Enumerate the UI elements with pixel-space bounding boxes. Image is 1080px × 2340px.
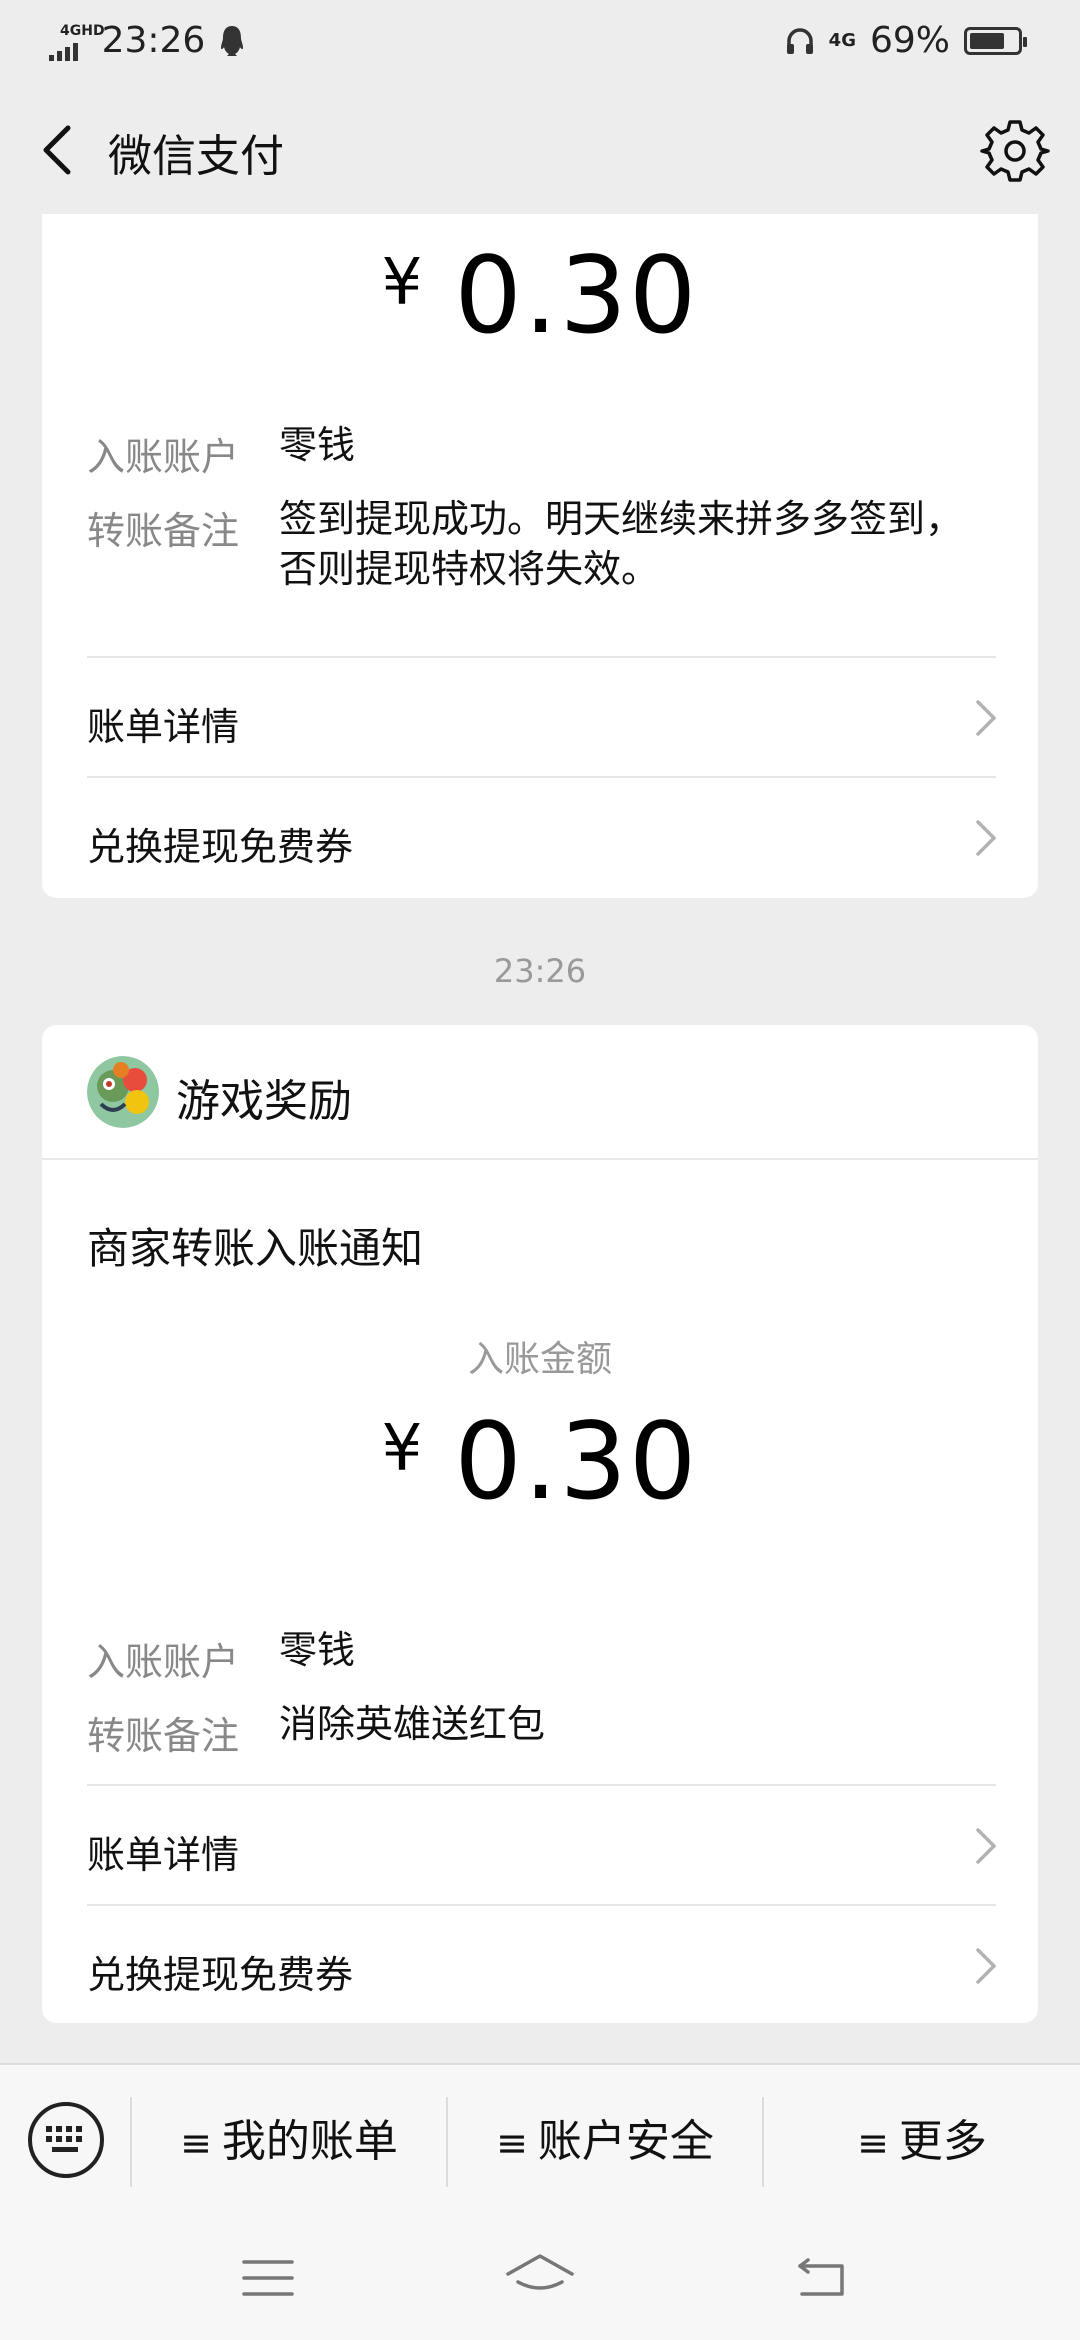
- note-label: 转账备注: [87, 1714, 240, 1758]
- bill-details-label: 账单详情: [87, 1833, 240, 1877]
- bill-details-link[interactable]: 账单详情: [42, 1786, 1038, 1906]
- menu-account-security[interactable]: ≡ 账户安全: [448, 2105, 762, 2175]
- menu-lines-icon: ≡: [180, 2121, 212, 2165]
- back-icon[interactable]: [794, 2252, 852, 2300]
- amount-value: 0.30: [454, 234, 699, 357]
- clock: 23:26: [101, 20, 206, 61]
- notice-title: 商家转账入账通知: [87, 1224, 424, 1273]
- headphones-icon: [786, 27, 813, 54]
- menu-my-bills-label: 我的账单: [221, 2116, 398, 2167]
- merchant-header[interactable]: 游戏奖励: [42, 1025, 1038, 1160]
- coupon-link[interactable]: 兑换提现免费券: [42, 778, 1038, 898]
- page-title: 微信支付: [108, 131, 284, 182]
- chevron-right-icon: [976, 1948, 996, 1984]
- qq-notification-icon: [221, 25, 244, 56]
- service-menu-bar: ≡ 我的账单 ≡ 账户安全 ≡ 更多: [0, 2063, 1080, 2218]
- network-type: 4GHD: [60, 22, 105, 39]
- home-icon[interactable]: [504, 2250, 576, 2302]
- merchant-avatar: [87, 1056, 159, 1128]
- menu-more[interactable]: ≡ 更多: [764, 2105, 1080, 2175]
- account-label: 入账账户: [87, 1640, 240, 1684]
- status-bar: 4GHD 23:26 4G 69%: [0, 0, 1080, 86]
- currency-symbol: ¥: [381, 246, 425, 320]
- message-timestamp: 23:26: [493, 952, 587, 990]
- nav-bar: 微信支付: [0, 86, 1080, 214]
- keyboard-icon: [46, 2126, 82, 2152]
- account-label: 入账账户: [87, 435, 240, 479]
- amount-display: ¥0.30: [42, 1400, 1038, 1523]
- keyboard-toggle-button[interactable]: [28, 2102, 104, 2178]
- signal-bars-icon: [48, 39, 78, 61]
- menu-lines-icon: ≡: [857, 2121, 889, 2165]
- battery-icon: [964, 26, 1027, 55]
- chevron-right-icon: [976, 1828, 996, 1864]
- transfer-card-2: 游戏奖励 商家转账入账通知 入账金额 ¥0.30 入账账户 零钱 转账备注 消除…: [42, 1025, 1038, 2023]
- amount-value: 0.30: [454, 1400, 699, 1523]
- note-value: 签到提现成功。明天继续来拼多多签到，否则提现特权将失效。: [279, 497, 964, 591]
- coupon-label: 兑换提现免费券: [87, 825, 354, 869]
- account-value: 零钱: [279, 423, 356, 467]
- bill-details-label: 账单详情: [87, 705, 240, 749]
- coupon-link[interactable]: 兑换提现免费券: [42, 1906, 1038, 2023]
- currency-symbol: ¥: [381, 1412, 425, 1486]
- network-type-2: 4G: [828, 29, 856, 51]
- merchant-name: 游戏奖励: [176, 1076, 352, 1127]
- menu-lines-icon: ≡: [496, 2121, 528, 2165]
- battery-percent: 69%: [869, 20, 950, 61]
- coupon-label: 兑换提现免费券: [87, 1953, 354, 1997]
- gear-icon[interactable]: [980, 116, 1050, 186]
- bill-details-link[interactable]: 账单详情: [42, 658, 1038, 778]
- menu-icon[interactable]: [240, 2256, 296, 2300]
- note-label: 转账备注: [87, 509, 240, 553]
- note-value: 消除英雄送红包: [279, 1702, 546, 1746]
- amount-caption: 入账金额: [467, 1339, 612, 1380]
- back-arrow-icon[interactable]: [30, 118, 90, 182]
- menu-more-label: 更多: [898, 2116, 987, 2167]
- menu-my-bills[interactable]: ≡ 我的账单: [132, 2105, 446, 2175]
- chevron-right-icon: [976, 700, 996, 736]
- transfer-card-1: ¥0.30 入账账户 零钱 转账备注 签到提现成功。明天继续来拼多多签到，否则提…: [42, 214, 1038, 898]
- amount-display: ¥0.30: [42, 234, 1038, 357]
- account-value: 零钱: [279, 1628, 356, 1672]
- system-navigation-bar: [0, 2218, 1080, 2340]
- chevron-right-icon: [976, 820, 996, 856]
- menu-account-security-label: 账户安全: [537, 2116, 714, 2167]
